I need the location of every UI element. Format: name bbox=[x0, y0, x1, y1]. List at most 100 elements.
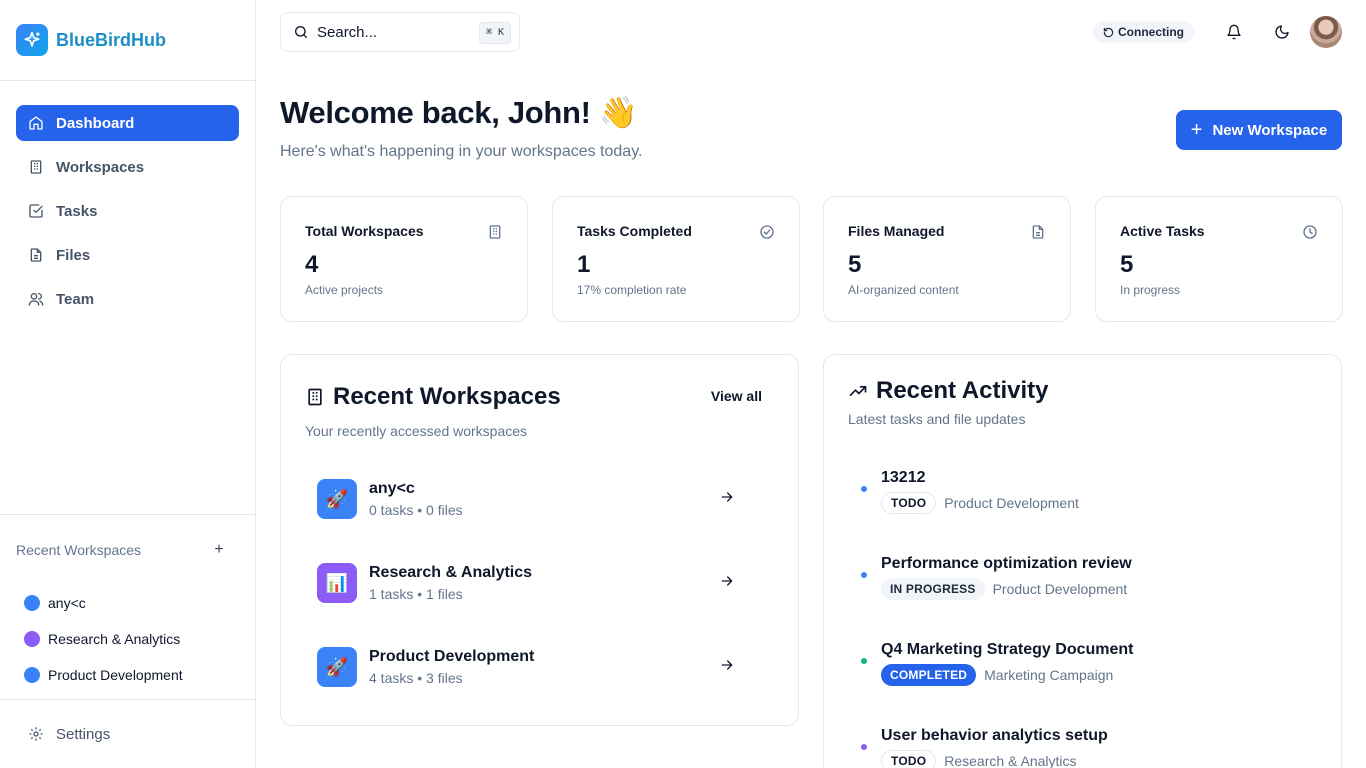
building-icon bbox=[305, 387, 325, 407]
sidebar-item-label: Team bbox=[56, 290, 95, 308]
workspace-color-dot bbox=[24, 631, 40, 647]
activity-title: 13212 bbox=[881, 469, 926, 486]
stat-title: Total Workspaces bbox=[305, 223, 424, 239]
add-workspace-button[interactable]: + bbox=[211, 541, 227, 559]
check-circle-icon bbox=[759, 224, 775, 240]
workspace-name: Product Development bbox=[369, 648, 535, 665]
avatar[interactable] bbox=[1310, 16, 1342, 48]
file-icon bbox=[28, 247, 44, 263]
workspace-color-dot bbox=[24, 595, 40, 611]
brand[interactable]: BlueBirdHub bbox=[0, 0, 255, 81]
new-workspace-button[interactable]: + New Workspace bbox=[1176, 110, 1342, 150]
panel-title: Recent Activity bbox=[848, 377, 1049, 405]
sidebar-item-team[interactable]: Team bbox=[16, 281, 239, 317]
view-all-button[interactable]: View all bbox=[711, 388, 762, 404]
workspace-meta: 0 tasks • 0 files bbox=[369, 502, 463, 518]
panel-subtitle: Latest tasks and file updates bbox=[848, 411, 1026, 427]
activity-workspace: Research & Analytics bbox=[944, 753, 1077, 768]
activity-workspace: Marketing Campaign bbox=[984, 667, 1114, 683]
activity-dot bbox=[861, 744, 867, 750]
sidebar-item-label: Workspaces bbox=[56, 158, 145, 176]
panel-title: Recent Workspaces bbox=[305, 383, 561, 411]
sidebar-recent-header: Recent Workspaces + bbox=[16, 515, 239, 585]
activity-title: User behavior analytics setup bbox=[881, 727, 1108, 744]
activity-dot bbox=[861, 658, 867, 664]
theme-toggle-button[interactable] bbox=[1270, 20, 1294, 44]
sidebar-item-tasks[interactable]: Tasks bbox=[16, 193, 239, 229]
activity-title: Q4 Marketing Strategy Document bbox=[881, 641, 1134, 658]
stat-card-tasks-completed: Tasks Completed 1 17% completion rate bbox=[552, 196, 800, 322]
search-input[interactable]: Search... ⌘ K bbox=[280, 12, 520, 52]
panel-title-text: Recent Workspaces bbox=[333, 383, 561, 410]
recent-workspaces-panel: Recent Workspaces View all Your recently… bbox=[280, 354, 799, 726]
status-badge: TODO bbox=[881, 492, 937, 514]
stat-subtitle: In progress bbox=[1120, 283, 1181, 297]
sidebar-recent-workspaces: Recent Workspaces + any<c Research & Ana… bbox=[0, 514, 255, 693]
workspace-meta: 4 tasks • 3 files bbox=[369, 670, 463, 686]
stat-value: 5 bbox=[848, 251, 862, 278]
plus-icon: + bbox=[1190, 119, 1203, 141]
sidebar-recent-item-label: any<c bbox=[48, 595, 86, 611]
notifications-button[interactable] bbox=[1222, 20, 1246, 44]
settings-button[interactable]: Settings bbox=[16, 716, 239, 752]
bar-chart-icon: 📊 bbox=[317, 563, 357, 603]
page-subtitle: Here's what's happening in your workspac… bbox=[280, 143, 643, 160]
stat-subtitle: 17% completion rate bbox=[577, 283, 687, 297]
search-placeholder: Search... bbox=[317, 23, 378, 41]
workspace-row[interactable]: 🚀 any<c 0 tasks • 0 files bbox=[305, 463, 775, 535]
sidebar-item-label: Dashboard bbox=[56, 114, 135, 132]
arrow-right-icon[interactable] bbox=[719, 573, 735, 589]
activity-dot bbox=[861, 572, 867, 578]
bell-icon bbox=[1226, 24, 1242, 40]
search-icon bbox=[293, 24, 309, 40]
workspace-row[interactable]: 📊 Research & Analytics 1 tasks • 1 files bbox=[305, 547, 775, 619]
stat-value: 1 bbox=[577, 251, 591, 278]
trending-up-icon bbox=[848, 381, 868, 401]
sidebar-nav: Dashboard Workspaces Tasks Files Team bbox=[0, 81, 255, 317]
sidebar-recent-item[interactable]: Product Development bbox=[16, 657, 239, 693]
rocket-icon: 🚀 bbox=[317, 479, 357, 519]
workspace-color-dot bbox=[24, 667, 40, 683]
arrow-right-icon[interactable] bbox=[719, 657, 735, 673]
connection-status-badge: Connecting bbox=[1093, 21, 1194, 43]
new-workspace-label: New Workspace bbox=[1212, 121, 1328, 139]
status-badge: TODO bbox=[881, 750, 937, 768]
activity-workspace: Product Development bbox=[944, 495, 1079, 511]
sidebar-recent-title: Recent Workspaces bbox=[16, 542, 142, 558]
stat-card-total-workspaces: Total Workspaces 4 Active projects bbox=[280, 196, 528, 322]
panel-subtitle: Your recently accessed workspaces bbox=[305, 423, 528, 439]
settings-label: Settings bbox=[56, 725, 111, 743]
sidebar-item-workspaces[interactable]: Workspaces bbox=[16, 149, 239, 185]
building-icon bbox=[28, 159, 44, 175]
sidebar: BlueBirdHub Dashboard Workspaces Tasks F… bbox=[0, 0, 256, 768]
sidebar-recent-item[interactable]: Research & Analytics bbox=[16, 621, 239, 657]
check-square-icon bbox=[28, 203, 44, 219]
activity-dot bbox=[861, 486, 867, 492]
sidebar-recent-item[interactable]: any<c bbox=[16, 585, 239, 621]
sidebar-item-label: Tasks bbox=[56, 202, 98, 220]
clock-icon bbox=[1302, 224, 1318, 240]
workspace-name: any<c bbox=[369, 480, 415, 497]
search-shortcut: ⌘ K bbox=[478, 22, 511, 44]
stat-title: Active Tasks bbox=[1120, 223, 1205, 239]
building-icon bbox=[487, 224, 503, 240]
file-text-icon bbox=[1030, 224, 1046, 240]
home-icon bbox=[28, 115, 44, 131]
stat-title: Files Managed bbox=[848, 223, 945, 239]
stat-card-files-managed: Files Managed 5 AI-organized content bbox=[823, 196, 1071, 322]
moon-icon bbox=[1274, 24, 1290, 40]
sidebar-item-files[interactable]: Files bbox=[16, 237, 239, 273]
refresh-icon bbox=[1103, 27, 1114, 38]
users-icon bbox=[28, 291, 44, 307]
sparkles-icon bbox=[16, 24, 48, 56]
sidebar-recent-item-label: Product Development bbox=[48, 667, 183, 683]
stat-card-active-tasks: Active Tasks 5 In progress bbox=[1095, 196, 1343, 322]
status-badge: IN PROGRESS bbox=[881, 578, 985, 600]
sidebar-item-dashboard[interactable]: Dashboard bbox=[16, 105, 239, 141]
gear-icon bbox=[28, 726, 44, 742]
workspace-row[interactable]: 🚀 Product Development 4 tasks • 3 files bbox=[305, 631, 775, 703]
activity-workspace: Product Development bbox=[992, 581, 1128, 597]
stat-subtitle: AI-organized content bbox=[848, 283, 959, 297]
arrow-right-icon[interactable] bbox=[719, 489, 735, 505]
sidebar-recent-item-label: Research & Analytics bbox=[48, 631, 181, 647]
